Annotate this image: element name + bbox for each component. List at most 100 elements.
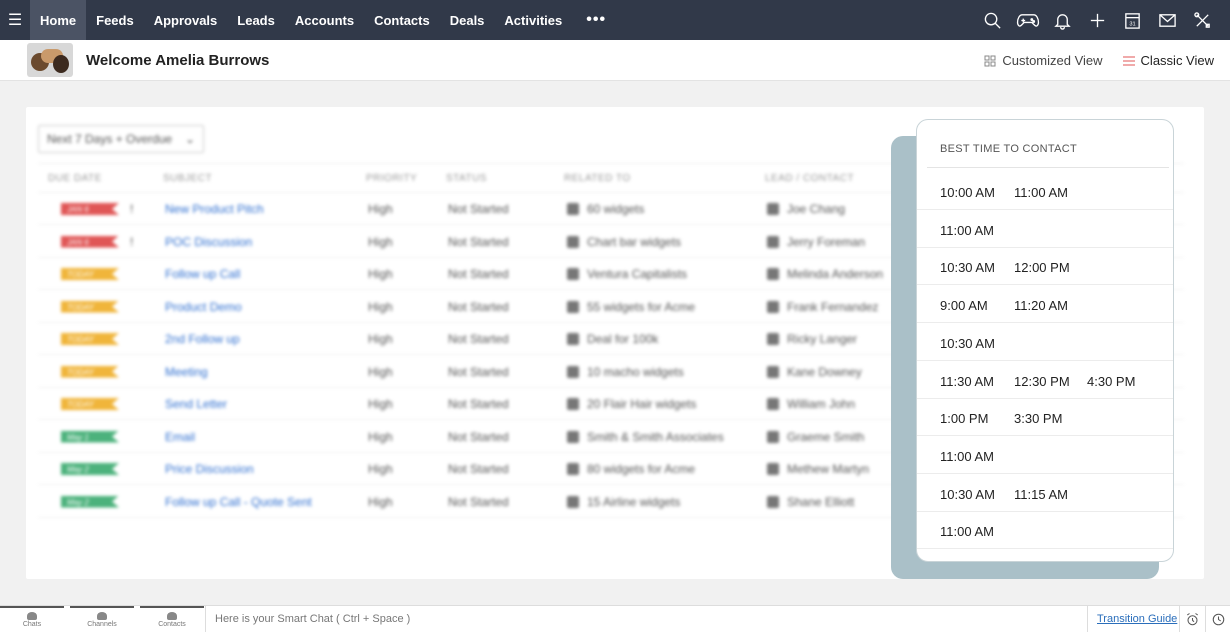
grid-icon xyxy=(984,55,996,67)
due-date-tag: TODAY xyxy=(61,333,119,345)
contact-link[interactable]: Jerry Foreman xyxy=(787,235,865,249)
time-slot: 3:30 PM xyxy=(1014,411,1062,426)
chats-tab[interactable]: Chats xyxy=(0,606,64,632)
time-slot: 10:30 AM xyxy=(940,260,995,275)
related-to-link[interactable]: Ventura Capitalists xyxy=(587,267,687,281)
channels-tab-label: Channels xyxy=(87,621,117,628)
gamepad-icon[interactable] xyxy=(1010,11,1045,30)
time-slot: 12:00 PM xyxy=(1014,260,1070,275)
time-slot-row: 10:00 AM11:00 AM xyxy=(917,172,1174,210)
related-to-link[interactable]: 55 widgets for Acme xyxy=(587,300,695,314)
related-to-link[interactable]: Smith & Smith Associates xyxy=(587,430,724,444)
task-status: Not Started xyxy=(448,332,509,346)
smart-chat-input[interactable]: Here is your Smart Chat ( Ctrl + Space ) xyxy=(205,606,1085,632)
task-subject-link[interactable]: Email xyxy=(165,430,195,444)
time-slot-row: 10:30 AM11:15 AM xyxy=(917,474,1174,512)
plus-icon[interactable] xyxy=(1080,11,1115,30)
column-header[interactable]: SUBJECT xyxy=(163,173,212,184)
nav-tab-home[interactable]: Home xyxy=(30,0,86,40)
related-to-link[interactable]: 15 Airline widgets xyxy=(587,495,680,509)
clock-icon[interactable] xyxy=(1205,606,1230,632)
contact-card-icon xyxy=(767,431,779,443)
contact-link[interactable]: Ricky Langer xyxy=(787,332,857,346)
column-header[interactable]: RELATED TO xyxy=(564,173,631,184)
related-to-link[interactable]: Chart bar widgets xyxy=(587,235,681,249)
task-filter-value: Next 7 Days + Overdue xyxy=(47,132,172,146)
priority-flag: ! xyxy=(130,202,133,216)
deal-icon xyxy=(567,236,579,248)
nav-tab-approvals[interactable]: Approvals xyxy=(144,0,228,40)
task-filter-dropdown[interactable]: Next 7 Days + Overdue ⌄ xyxy=(38,125,204,153)
column-header[interactable]: DUE DATE xyxy=(48,173,102,184)
deal-icon xyxy=(567,203,579,215)
nav-tab-deals[interactable]: Deals xyxy=(440,0,495,40)
time-slot: 10:30 AM xyxy=(940,487,995,502)
menu-icon[interactable]: ☰ xyxy=(0,0,30,40)
customized-view-button[interactable]: Customized View xyxy=(984,53,1102,68)
contact-link[interactable]: Frank Fernandez xyxy=(787,300,878,314)
time-slot: 12:30 PM xyxy=(1014,374,1070,389)
nav-tab-feeds[interactable]: Feeds xyxy=(86,0,144,40)
related-to-link[interactable]: 10 macho widgets xyxy=(587,365,684,379)
nav-tab-accounts[interactable]: Accounts xyxy=(285,0,364,40)
task-priority: High xyxy=(368,235,393,249)
related-to-link[interactable]: Deal for 100k xyxy=(587,332,658,346)
deal-icon xyxy=(567,398,579,410)
search-icon[interactable] xyxy=(975,11,1010,30)
time-slot: 10:30 AM xyxy=(940,336,995,351)
column-header[interactable]: LEAD / CONTACT xyxy=(765,173,854,184)
task-subject-link[interactable]: Meeting xyxy=(165,365,208,379)
calendar-icon[interactable]: 31 xyxy=(1115,11,1150,30)
contact-link[interactable]: William John xyxy=(787,397,855,411)
contact-link[interactable]: Shane Elliott xyxy=(787,495,854,509)
task-subject-link[interactable]: Price Discussion xyxy=(165,462,254,476)
top-navigation-bar: ☰ HomeFeedsApprovalsLeadsAccountsContact… xyxy=(0,0,1230,40)
contact-link[interactable]: Kane Downey xyxy=(787,365,862,379)
task-priority: High xyxy=(368,202,393,216)
related-to-link[interactable]: 20 Flair Hair widgets xyxy=(587,397,696,411)
bell-icon[interactable] xyxy=(1045,11,1080,30)
transition-guide-link[interactable]: Transition Guide xyxy=(1087,606,1178,632)
related-to-link[interactable]: 60 widgets xyxy=(587,202,644,216)
divider xyxy=(927,167,1169,168)
task-subject-link[interactable]: Follow up Call - Quote Sent xyxy=(165,495,312,509)
alarm-clock-icon[interactable] xyxy=(1179,606,1205,632)
time-slot-row: 1:00 PM3:30 PM xyxy=(917,398,1174,436)
task-subject-link[interactable]: 2nd Follow up xyxy=(165,332,240,346)
due-date-tag: TODAY xyxy=(61,398,119,410)
task-status: Not Started xyxy=(448,365,509,379)
contact-link[interactable]: Graeme Smith xyxy=(787,430,864,444)
task-subject-link[interactable]: POC Discussion xyxy=(165,235,252,249)
task-priority: High xyxy=(368,267,393,281)
time-slot-row: 11:00 AM xyxy=(917,436,1174,474)
column-header[interactable]: PRIORITY xyxy=(366,173,417,184)
due-date-tag: TODAY xyxy=(61,268,119,280)
classic-view-button[interactable]: Classic View xyxy=(1123,53,1214,68)
due-date-tag: May 2 xyxy=(61,463,119,475)
nav-tab-activities[interactable]: Activities xyxy=(494,0,572,40)
avatar[interactable] xyxy=(27,43,73,77)
task-subject-link[interactable]: Send Letter xyxy=(165,397,227,411)
task-subject-link[interactable]: New Product Pitch xyxy=(165,202,264,216)
contact-link[interactable]: Methew Martyn xyxy=(787,462,869,476)
task-priority: High xyxy=(368,332,393,346)
related-to-link[interactable]: 80 widgets for Acme xyxy=(587,462,695,476)
task-subject-link[interactable]: Product Demo xyxy=(165,300,242,314)
priority-flag: ! xyxy=(130,235,133,249)
task-priority: High xyxy=(368,462,393,476)
contact-card-icon xyxy=(767,236,779,248)
time-slot-row: 11:00 AM xyxy=(917,210,1174,248)
task-subject-link[interactable]: Follow up Call xyxy=(165,267,240,281)
contact-link[interactable]: Joe Chang xyxy=(787,202,845,216)
contact-card-icon xyxy=(767,398,779,410)
mail-icon[interactable] xyxy=(1150,11,1185,30)
setup-tools-icon[interactable] xyxy=(1185,11,1220,30)
channels-tab[interactable]: Channels xyxy=(70,606,134,632)
time-slot-row: 11:30 AM12:30 PM4:30 PM xyxy=(917,361,1174,399)
more-modules-button[interactable]: ••• xyxy=(572,11,620,29)
contact-link[interactable]: Melinda Anderson xyxy=(787,267,883,281)
nav-tab-leads[interactable]: Leads xyxy=(227,0,285,40)
column-header[interactable]: STATUS xyxy=(446,173,487,184)
nav-tab-contacts[interactable]: Contacts xyxy=(364,0,440,40)
contacts-tab[interactable]: Contacts xyxy=(140,606,204,632)
